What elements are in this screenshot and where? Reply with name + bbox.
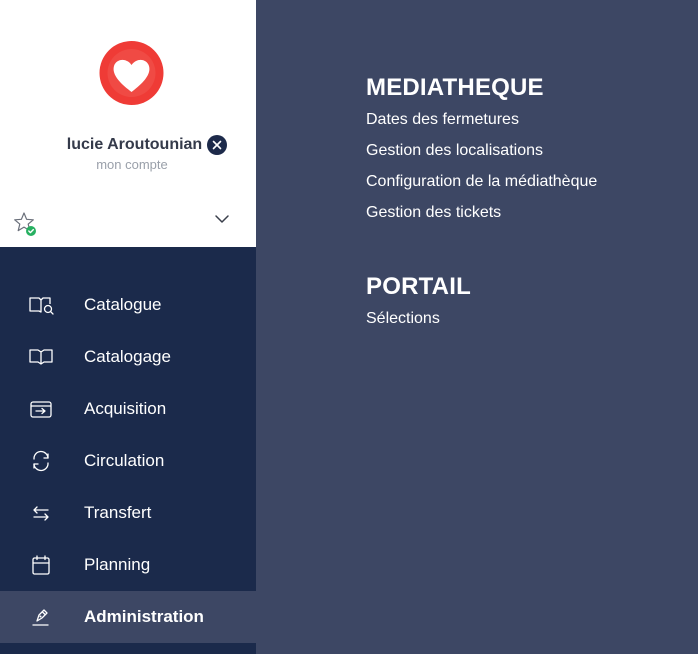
sidebar-item-label: Acquisition (84, 399, 167, 418)
sidebar-item-catalogage[interactable]: Catalogage (0, 331, 256, 383)
sidebar-item-label: Circulation (84, 451, 165, 470)
profile-panel: lucie Aroutounian mon compte (0, 0, 256, 247)
calendar-icon (28, 554, 56, 576)
link-configuration-mediatheque[interactable]: Configuration de la médiathèque (366, 166, 597, 197)
link-selections[interactable]: Sélections (366, 303, 597, 334)
sidebar-item-administration[interactable]: Administration (0, 591, 256, 643)
sidebar-item-label: Catalogage (84, 347, 171, 366)
link-gestion-tickets[interactable]: Gestion des tickets (366, 197, 597, 228)
sidebar-item-acquisition[interactable]: Acquisition (0, 383, 256, 435)
user-name: lucie Aroutounian (66, 136, 203, 153)
sidebar-item-transfert[interactable]: Transfert (0, 487, 256, 539)
section-mediatheque: MEDIATHEQUE Dates des fermetures Gestion… (366, 72, 597, 228)
book-search-icon (28, 294, 56, 316)
swap-arrows-icon (28, 502, 56, 524)
close-icon[interactable] (207, 135, 228, 155)
inbox-arrow-icon (28, 398, 56, 420)
sidebar-item-planning[interactable]: Planning (0, 539, 256, 591)
account-link[interactable]: mon compte (0, 157, 256, 172)
sidebar: lucie Aroutounian mon compte Catalogue C… (0, 0, 256, 654)
link-gestion-localisations[interactable]: Gestion des localisations (366, 135, 597, 166)
pen-icon (28, 606, 56, 628)
main-content: MEDIATHEQUE Dates des fermetures Gestion… (366, 72, 597, 334)
star-icon[interactable] (12, 211, 38, 237)
sidebar-item-label: Planning (84, 555, 151, 574)
sidebar-item-label: Catalogue (84, 295, 162, 314)
chevron-down-icon[interactable] (214, 212, 230, 226)
link-dates-fermetures[interactable]: Dates des fermetures (366, 104, 597, 135)
section-portail: PORTAIL Sélections (366, 271, 597, 334)
sidebar-item-label: Administration (84, 607, 204, 626)
sidebar-item-circulation[interactable]: Circulation (0, 435, 256, 487)
sidebar-item-label: Transfert (84, 503, 152, 522)
section-title: PORTAIL (366, 273, 471, 300)
refresh-icon (28, 450, 56, 472)
sidebar-nav: Catalogue Catalogage Acquisition Circula… (0, 279, 256, 643)
open-book-icon (28, 346, 56, 368)
section-title: MEDIATHEQUE (366, 74, 544, 101)
user-row: lucie Aroutounian (0, 134, 256, 156)
sidebar-item-catalogue[interactable]: Catalogue (0, 279, 256, 331)
heart-icon[interactable] (95, 40, 168, 106)
